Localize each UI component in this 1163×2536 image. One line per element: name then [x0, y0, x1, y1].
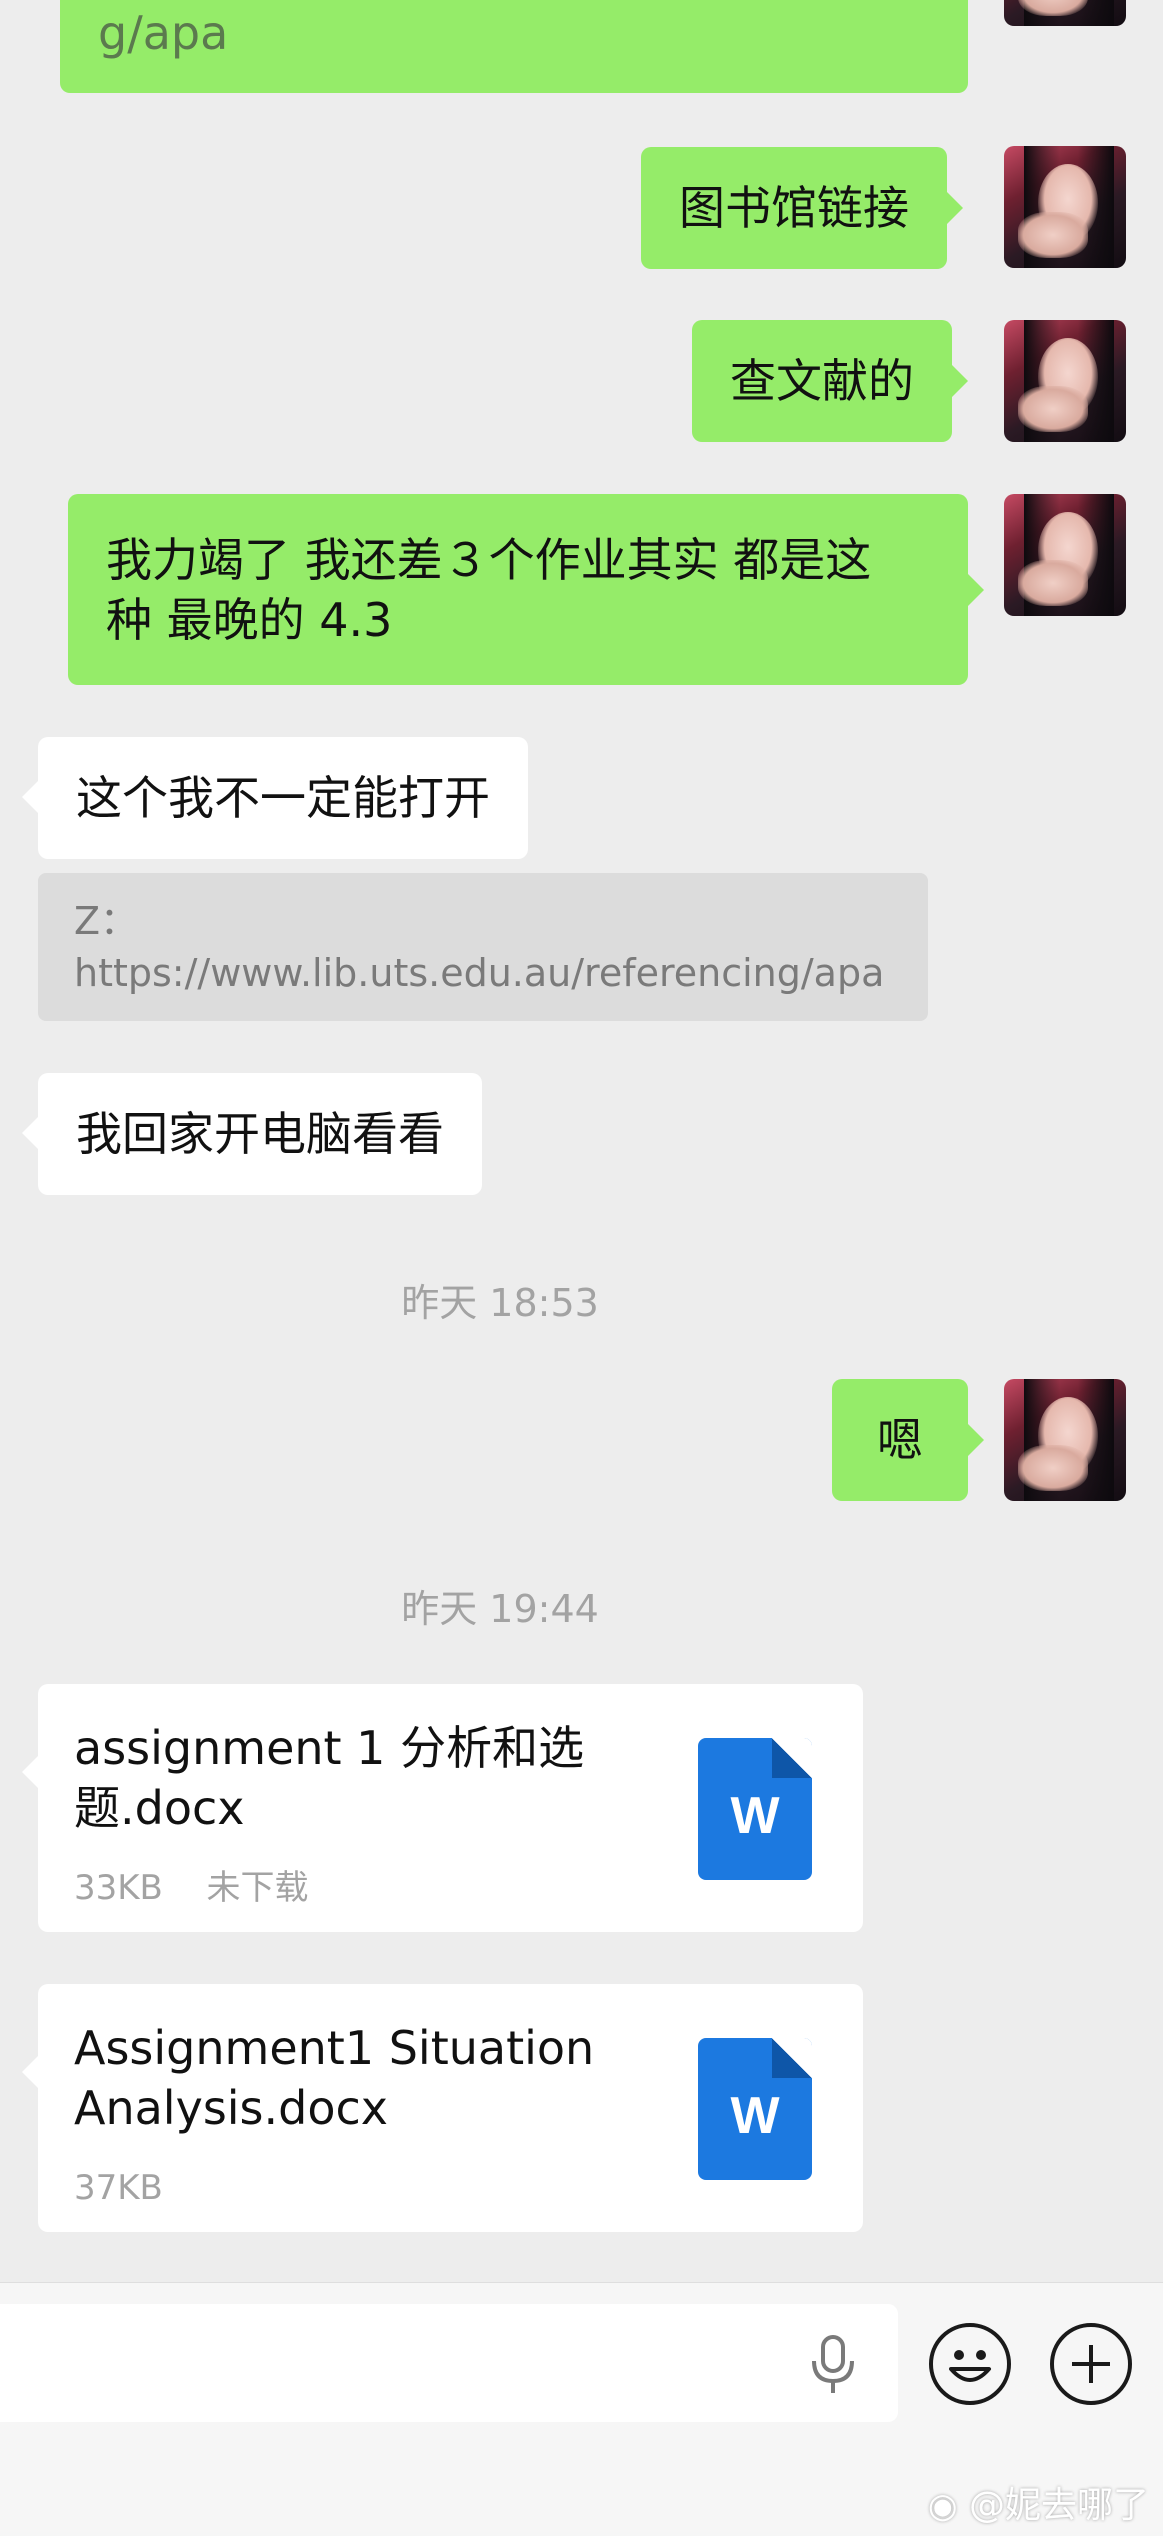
word-doc-icon: W	[698, 1738, 812, 1880]
file-size: 37KB	[74, 2168, 163, 2208]
message-text: 这个我不一定能打开	[76, 771, 490, 825]
self-avatar[interactable]	[1004, 494, 1126, 616]
file-name-line: Assignment1 Situation	[74, 2021, 595, 2075]
timestamp: 昨天 18:53	[401, 1281, 599, 1325]
quote-link: https://www.lib.uts.edu.au/referencing/a…	[74, 951, 885, 995]
plus-circle-icon[interactable]	[1050, 2323, 1132, 2405]
file-size: 33KB	[74, 1868, 163, 1908]
message-bubble-outgoing-partial[interactable]: g/apa	[60, 0, 968, 93]
message-text: 嗯	[877, 1413, 923, 1467]
word-icon-letter: W	[730, 1787, 780, 1845]
file-message-card[interactable]: Assignment1 Situation Analysis.docx 37KB…	[22, 1984, 863, 2232]
message-bubble-outgoing[interactable]: 嗯	[832, 1379, 984, 1501]
file-download-status: 未下载	[206, 1868, 309, 1908]
message-text: 图书馆链接	[679, 181, 909, 235]
quote-sender: Z：	[74, 899, 139, 943]
microphone-icon[interactable]	[804, 2333, 862, 2399]
self-avatar[interactable]	[1004, 1379, 1126, 1501]
file-name: assignment 1 分析和选 题.docx	[74, 1718, 634, 1838]
watermark-text: @妮去哪了	[968, 2485, 1149, 2526]
file-meta: 33KB 未下载	[74, 1858, 309, 1918]
file-name: Assignment1 Situation Analysis.docx	[74, 2018, 634, 2138]
file-message-card[interactable]: assignment 1 分析和选 题.docx 33KB 未下载 W	[22, 1684, 863, 1932]
file-name-line: assignment 1 分析和选	[74, 1721, 585, 1775]
watermark: ◉ @妮去哪了	[928, 2476, 1149, 2528]
word-doc-icon: W	[698, 2038, 812, 2180]
file-name-line: Analysis.docx	[74, 2081, 389, 2135]
message-text: 我回家开电脑看看	[76, 1107, 444, 1161]
message-bubble-outgoing[interactable]: 我力竭了 我还差３个作业其实 都是这 种 最晚的 4.3	[68, 494, 984, 685]
word-icon-letter: W	[730, 2087, 780, 2145]
message-bubble-outgoing[interactable]: 查文献的	[692, 320, 968, 442]
message-bubble-outgoing[interactable]: 图书馆链接	[641, 147, 963, 269]
message-text: g/apa	[98, 6, 229, 60]
weibo-icon: ◉	[927, 2486, 958, 2526]
file-meta: 37KB	[74, 2158, 163, 2218]
message-text-line: 我力竭了 我还差３个作业其实 都是这	[106, 532, 872, 587]
self-avatar[interactable]	[1004, 320, 1126, 442]
file-name-line: 题.docx	[74, 1781, 245, 1835]
timestamp: 昨天 19:44	[401, 1587, 599, 1631]
self-avatar[interactable]	[1004, 146, 1126, 268]
message-bubble-incoming[interactable]: 这个我不一定能打开	[22, 737, 528, 859]
message-text: 查文献的	[730, 354, 914, 408]
message-bubble-incoming[interactable]: 我回家开电脑看看	[22, 1073, 482, 1195]
quoted-message[interactable]: Z： https://www.lib.uts.edu.au/referencin…	[38, 873, 928, 1021]
smiley-icon[interactable]	[929, 2323, 1011, 2405]
message-input[interactable]	[0, 2304, 898, 2422]
self-avatar[interactable]	[1004, 0, 1126, 26]
message-text-line: 种 最晚的 4.3	[106, 592, 393, 647]
